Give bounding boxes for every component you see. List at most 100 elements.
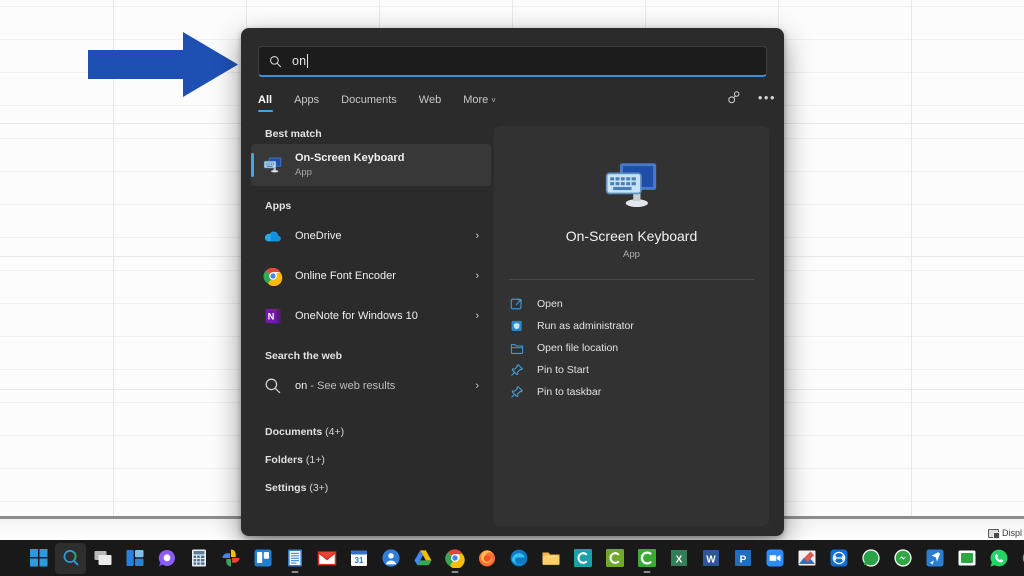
section-folders-count[interactable]: Folders (1+) [265,446,491,474]
web-suffix: - See web results [307,380,395,392]
tab-documents[interactable]: Documents [341,94,397,111]
taskbar-maps[interactable] [919,543,950,574]
taskbar-calendar[interactable]: 31 [343,543,374,574]
running-indicator [291,571,298,573]
screen: Displ on All Apps Documents [0,0,1024,576]
search-header-actions: ••• [727,90,776,105]
taskbar-mozilla-firefox[interactable] [471,543,502,574]
taskbar-contacts[interactable] [375,543,406,574]
result-web-search[interactable]: on - See web results › [251,366,491,406]
edge-icon [509,548,529,568]
chevron-right-icon[interactable]: › [475,380,479,392]
taskbar-messenger[interactable] [887,543,918,574]
running-indicator [643,571,650,573]
teamviewer-icon [829,548,849,568]
action-open-file-location[interactable]: Open file location [508,337,769,359]
taskbar-camtasia-studio[interactable] [631,543,662,574]
taskbar-whatsapp-green[interactable] [855,543,886,574]
taskbar-widgets-button[interactable] [119,543,150,574]
chrome-icon [445,548,465,568]
action-pin-to-taskbar[interactable]: Pin to taskbar [508,381,769,403]
taskbar-file-explorer[interactable] [535,543,566,574]
taskbar-microsoft-edge[interactable] [503,543,534,574]
recorder-icon [957,548,977,568]
shield-admin-icon [510,319,524,333]
result-app-online-font-encoder[interactable]: Online Font Encoder › [251,256,491,296]
taskbar-chat-button[interactable] [151,543,182,574]
google-drive-icon [413,548,433,568]
taskbar-whatsapp[interactable] [983,543,1014,574]
powerpoint-icon: P [733,548,753,568]
apps-header: Apps [265,200,491,212]
pin-icon [510,385,524,399]
trello-icon [253,548,273,568]
firefox-icon [477,548,497,568]
tab-more[interactable]: More˅ [463,94,496,111]
onedrive-icon [263,226,283,246]
taskbar-screen-recorder[interactable] [951,543,982,574]
preview-actions: Open Run as administrator Open file loca… [494,293,769,403]
display-chip[interactable]: Displ [988,528,1022,538]
search-input-box[interactable]: on [258,46,767,77]
action-label: Pin to Start [537,364,589,376]
action-open[interactable]: Open [508,293,769,315]
result-title: On-Screen Keyboard [295,151,404,165]
svg-text:X: X [675,554,682,565]
taskbar-camtasia[interactable] [567,543,598,574]
tab-web[interactable]: Web [419,94,441,111]
taskbar-google-drive[interactable] [407,543,438,574]
result-app-onedrive[interactable]: OneDrive › [251,216,491,256]
taskbar-photo-editor[interactable] [791,543,822,574]
more-options-icon[interactable]: ••• [758,90,776,105]
open-external-icon [510,297,524,311]
notepad-icon [285,548,305,568]
result-title: OneDrive [295,229,341,243]
taskbar-gmail[interactable] [311,543,342,574]
action-run-as-administrator[interactable]: Run as administrator [508,315,769,337]
maps-icon [925,548,945,568]
taskbar-microsoft-word[interactable]: W [695,543,726,574]
result-app-onenote[interactable]: N OneNote for Windows 10 › [251,296,491,336]
taskbar-task-view-button[interactable] [87,543,118,574]
tab-apps[interactable]: Apps [294,94,319,111]
web-query: on [295,380,307,392]
taskbar-google-chrome[interactable] [439,543,470,574]
feedback-icon[interactable] [727,90,742,105]
result-best-match[interactable]: On-Screen Keyboard App [251,144,491,186]
blue-pointer-arrow [88,32,238,102]
contacts-icon [381,548,401,568]
messenger-green-icon [893,548,913,568]
taskbar-microsoft-excel[interactable]: X [663,543,694,574]
taskbar-notepad[interactable] [279,543,310,574]
preview-subtitle: App [494,249,769,260]
search-icon [61,548,81,568]
taskbar-trello[interactable] [247,543,278,574]
chevron-right-icon[interactable]: › [475,310,479,322]
tab-all[interactable]: All [258,94,272,111]
taskbar-start-button[interactable] [23,543,54,574]
action-label: Open [537,298,563,310]
taskbar-calculator[interactable] [183,543,214,574]
taskbar-zoom-meetings[interactable] [759,543,790,574]
taskbar-google-photos[interactable] [215,543,246,574]
search-results-list: Best match [251,128,491,528]
windows-logo-icon [29,548,49,568]
result-title: Online Font Encoder [295,269,396,283]
taskbar-snagit[interactable] [599,543,630,574]
running-indicator [451,571,458,573]
chevron-right-icon[interactable]: › [475,230,479,242]
camtasia-icon [573,548,593,568]
widgets-icon [125,548,145,568]
taskbar-teamviewer[interactable] [823,543,854,574]
taskbar: 31 [0,540,1024,576]
section-documents-count[interactable]: Documents (4+) [265,418,491,446]
svg-text:31: 31 [354,556,363,565]
svg-text:P: P [739,554,746,565]
action-pin-to-start[interactable]: Pin to Start [508,359,769,381]
chevron-right-icon[interactable]: › [475,270,479,282]
taskbar-microsoft-powerpoint[interactable]: P [727,543,758,574]
taskbar-search-button[interactable] [55,543,86,574]
text-caret [307,54,308,68]
taskbar-wechat[interactable] [1015,543,1024,574]
section-settings-count[interactable]: Settings (3+) [265,474,491,502]
